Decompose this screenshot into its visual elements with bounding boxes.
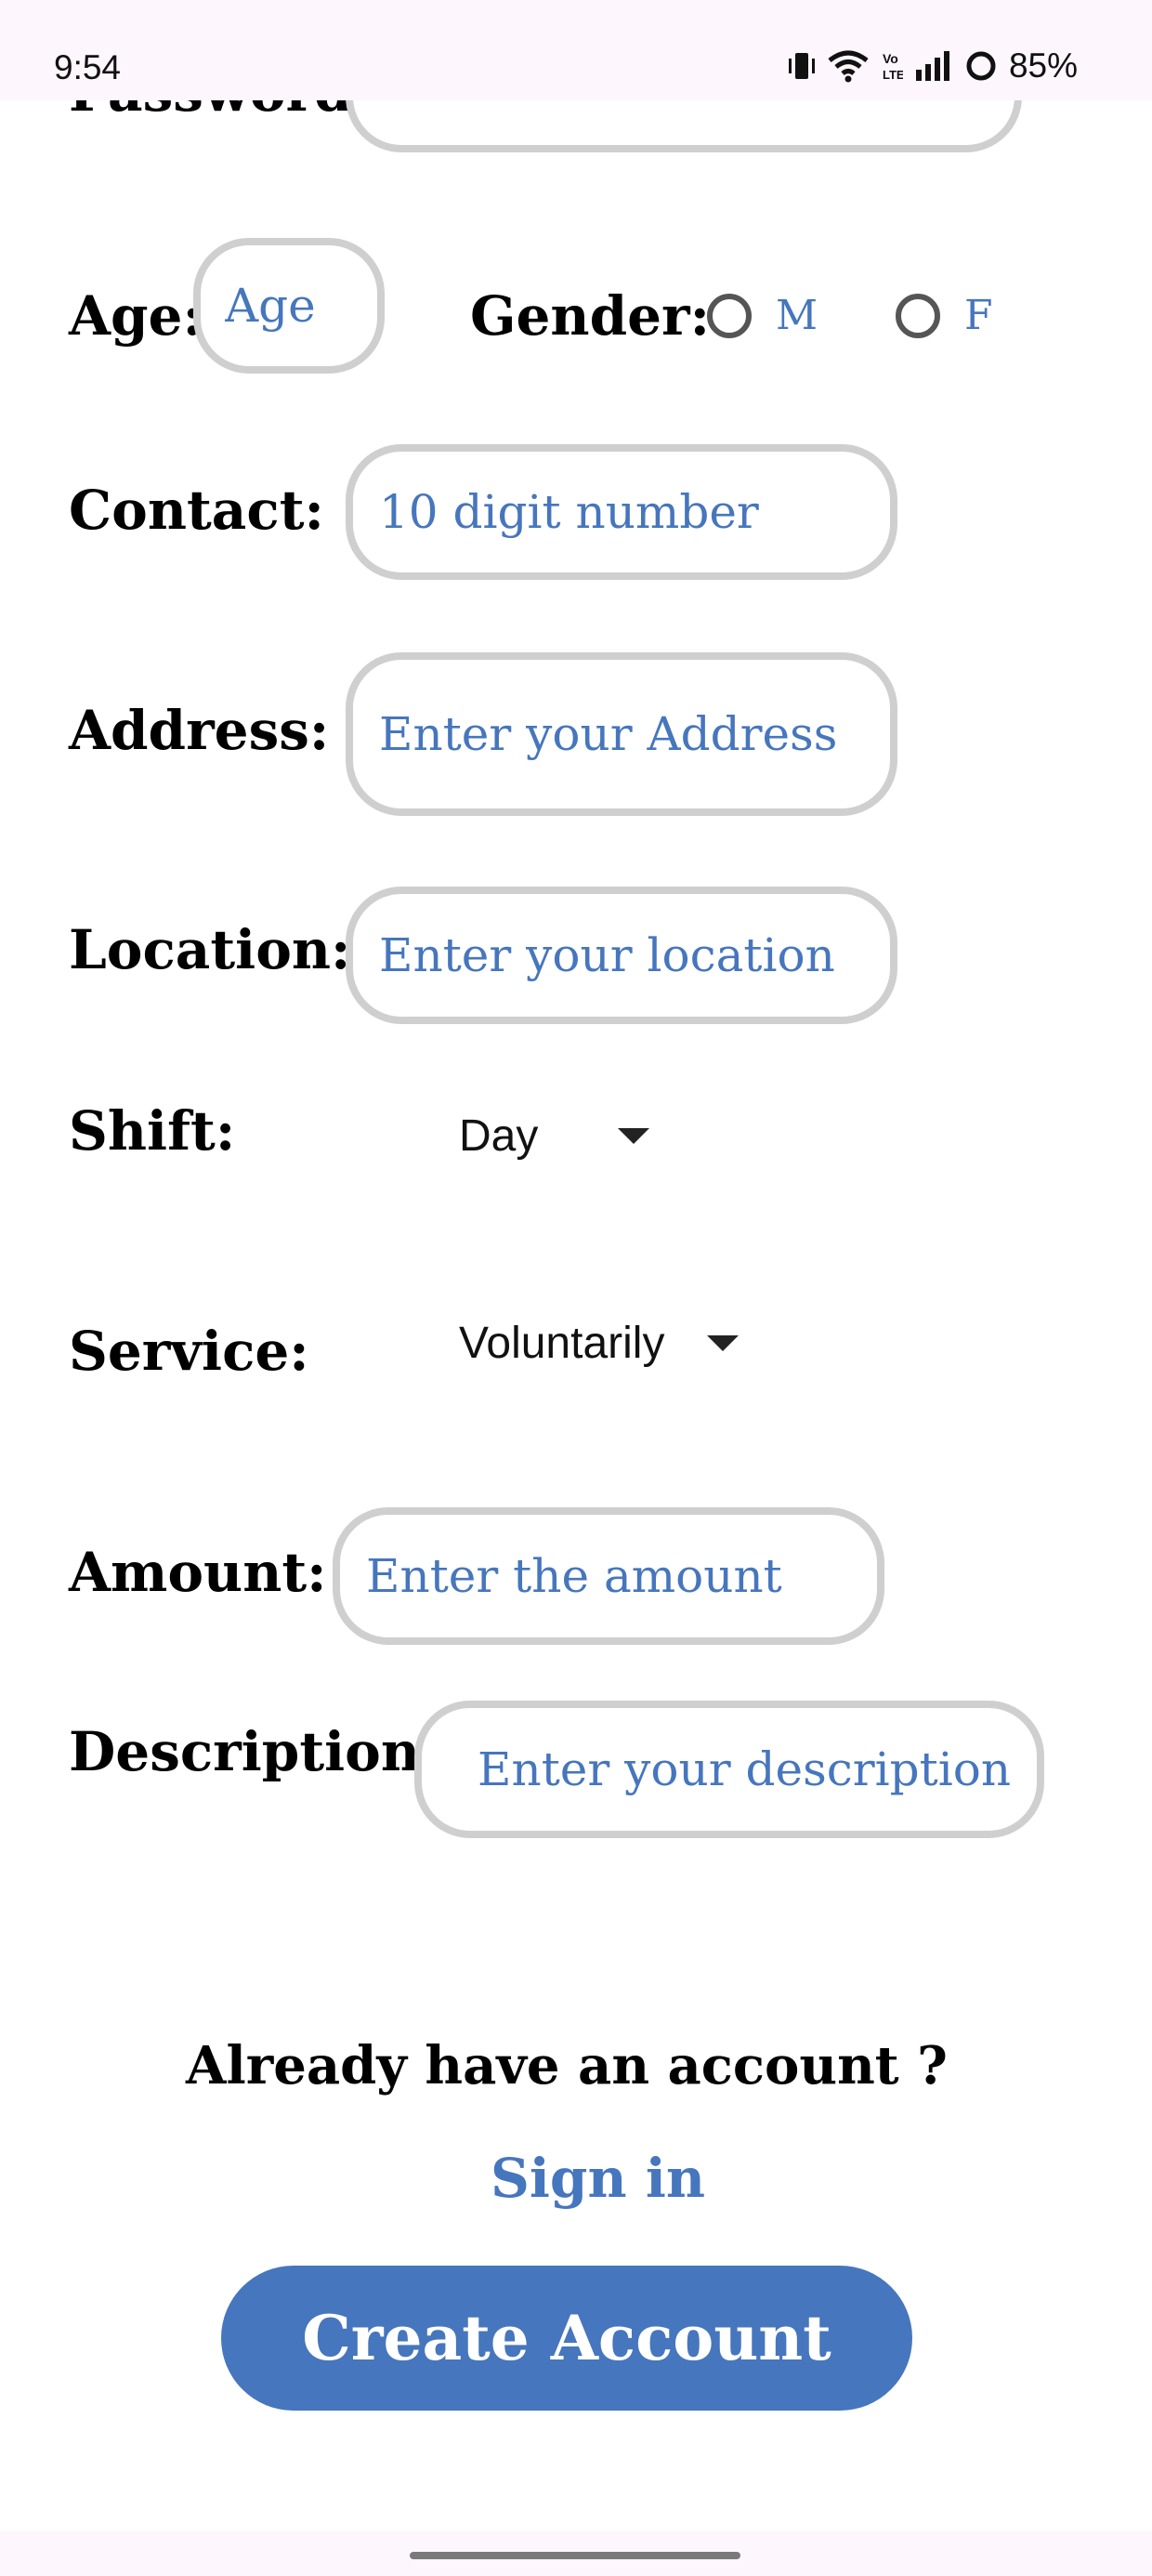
description-label: Description:: [69, 1720, 440, 1783]
svg-text:Vo: Vo: [883, 51, 898, 66]
contact-field[interactable]: [346, 444, 897, 580]
location-input[interactable]: [379, 928, 890, 982]
navigation-bar: [0, 2531, 1152, 2576]
shift-dropdown[interactable]: Day: [459, 1111, 650, 1162]
amount-input[interactable]: [366, 1549, 877, 1603]
signin-prompt: Already have an account ?: [186, 2035, 948, 2096]
description-field[interactable]: [414, 1701, 1044, 1838]
radio-button-m[interactable]: [707, 293, 752, 338]
address-field[interactable]: [346, 652, 897, 816]
description-input[interactable]: [478, 1742, 1037, 1796]
vibrate-icon: [788, 49, 816, 83]
location-label: Location:: [69, 918, 351, 981]
status-bar: 9:54 Vo LTE 85%: [0, 0, 1152, 100]
age-field[interactable]: [193, 238, 385, 374]
address-label: Address:: [69, 699, 330, 762]
status-time: 9:54: [54, 48, 122, 86]
service-dropdown[interactable]: Voluntarily: [459, 1318, 740, 1369]
home-gesture-handle[interactable]: [410, 2552, 740, 2559]
service-label: Service:: [69, 1320, 309, 1383]
radio-button-f[interactable]: [896, 293, 940, 338]
gender-option-m: M: [776, 292, 818, 339]
svg-text:LTE: LTE: [883, 68, 903, 82]
wifi-icon: [827, 49, 870, 83]
signin-link[interactable]: Sign in: [491, 2147, 705, 2210]
amount-field[interactable]: [333, 1507, 884, 1645]
shift-selected-value: Day: [459, 1111, 539, 1161]
gender-label: Gender:: [470, 284, 711, 348]
create-account-button[interactable]: Create Account: [221, 2266, 912, 2411]
gender-option-f: F: [964, 292, 993, 339]
dropdown-arrow-icon: [707, 1335, 740, 1351]
gender-radio-m[interactable]: M: [707, 292, 818, 339]
battery-icon: [964, 49, 998, 83]
amount-label: Amount:: [69, 1541, 327, 1604]
dropdown-arrow-icon: [618, 1128, 650, 1144]
contact-label: Contact:: [69, 479, 324, 542]
status-icons: Vo LTE 85%: [788, 46, 1078, 85]
volte-icon: Vo LTE: [881, 49, 903, 83]
address-input[interactable]: [379, 707, 890, 761]
location-field[interactable]: [346, 887, 897, 1024]
shift-label: Shift:: [69, 1099, 236, 1163]
gender-radio-f[interactable]: F: [896, 292, 993, 339]
contact-input[interactable]: [379, 485, 890, 539]
signal-icon: [914, 49, 953, 83]
age-label: Age:: [69, 284, 203, 348]
service-selected-value: Voluntarily: [459, 1319, 665, 1368]
battery-percent: 85%: [1008, 46, 1078, 85]
age-input[interactable]: [225, 279, 377, 333]
